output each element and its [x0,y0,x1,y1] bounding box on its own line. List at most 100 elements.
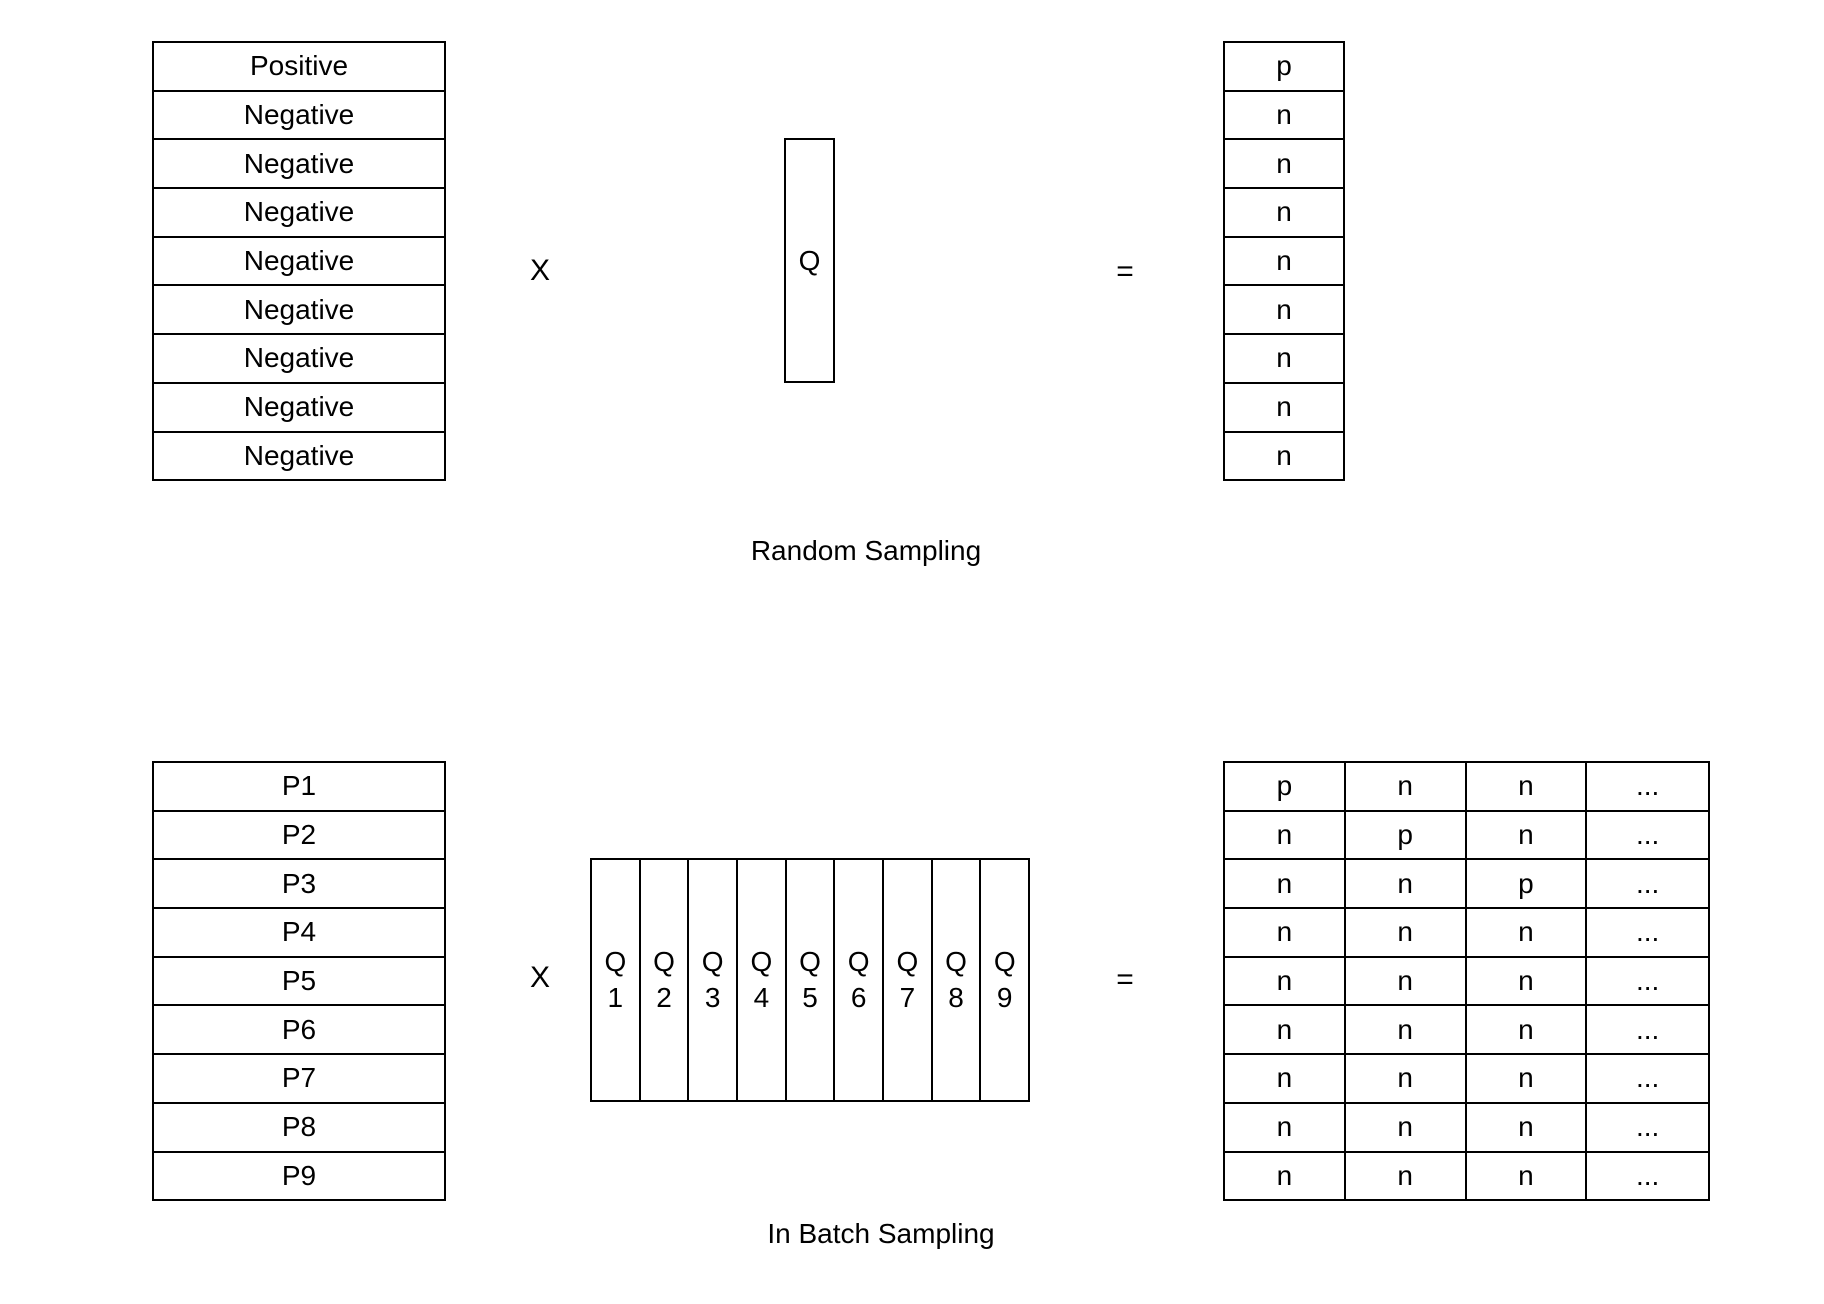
score-matrix-cell: n [1225,1152,1346,1202]
score-cell: n [1225,238,1343,287]
score-matrix-cell: n [1466,811,1588,861]
query-column: Q6 [835,860,885,1100]
score-matrix-cell: n [1345,1055,1467,1104]
passage-cell: P3 [154,860,444,910]
query-index: 9 [996,982,1013,1013]
score-matrix-cell: ... [1587,860,1708,910]
score-matrix-cell: n [1466,1055,1588,1104]
query-index: 5 [802,982,818,1013]
score-matrix-cell: n [1345,1006,1467,1056]
score-matrix-cell: ... [1587,812,1708,861]
score-matrix-cell: ... [1587,958,1708,1007]
query-matrix: Q1Q2Q3Q4Q5Q6Q7Q8Q9 [590,858,1030,1102]
score-matrix-cell: ... [1587,1153,1708,1202]
query-column: Q8 [933,860,982,1100]
score-matrix-cell: n [1225,957,1346,1007]
query-letter: Q [945,946,967,977]
query-letter: Q [604,946,627,977]
score-matrix-cell: n [1466,909,1588,958]
query-letter: Q [993,946,1016,977]
equals-operator: = [1116,963,1134,996]
query-column: Q3 [689,860,739,1100]
passage-column: Positive Negative Negative Negative Negative… [152,41,446,482]
score-matrix-cell: n [1466,1006,1588,1056]
passage-cell: P7 [154,1055,444,1104]
score-matrix-cell: ... [1587,909,1708,958]
score-matrix-cell: ... [1587,763,1708,812]
query-letter: Q [750,946,773,977]
query-column: Q2 [641,860,690,1100]
query-index: 1 [607,982,624,1013]
score-matrix-cell: n [1466,763,1588,812]
score-cell: n [1225,384,1343,433]
score-matrix-cell: n [1225,811,1346,861]
score-cell: n [1225,92,1343,141]
score-matrix-cell: n [1345,957,1467,1007]
passage-column: P1 P2 P3 P4 P5 P6 P7 P8 P9 [152,761,446,1202]
score-cell: n [1225,189,1343,238]
score-matrix-cell: n [1466,1103,1588,1153]
score-matrix-cell: n [1466,957,1588,1007]
passage-cell: Negative [154,335,444,384]
passage-cell: Negative [154,140,444,190]
random-sampling-caption: Random Sampling [750,535,982,566]
score-matrix-cell: n [1345,1103,1467,1153]
passage-cell: P2 [154,812,444,861]
query-index: 8 [948,982,964,1013]
query-column: Q1 [592,860,641,1100]
multiply-operator: X [529,254,551,287]
passage-cell: P4 [154,909,444,958]
score-matrix-cell: ... [1587,1055,1708,1104]
equals-operator: = [1116,255,1134,288]
score-matrix-cell: n [1345,763,1467,812]
score-matrix-cell: n [1225,1055,1346,1104]
score-matrix-cell: n [1225,909,1346,958]
query-letter: Q [653,946,675,977]
passage-cell: P8 [154,1104,444,1153]
query-letter: Q [799,946,821,977]
multiply-operator: X [529,961,551,994]
query-index: 4 [753,982,770,1013]
score-matrix-cell: n [1225,1103,1346,1153]
score-cell: n [1225,433,1343,482]
score-matrix-cell: n [1225,860,1346,910]
score-cell: n [1225,335,1343,384]
query-letter: Q [847,946,870,977]
query-column: Q9 [981,860,1028,1100]
score-matrix-cell: n [1466,1152,1588,1202]
query-column: Q4 [738,860,787,1100]
score-column: pnnnnnnnn [1223,41,1345,482]
score-cell: n [1225,140,1343,190]
passage-cell: Negative [154,238,444,287]
in-batch-sampling-caption: In Batch Sampling [767,1218,995,1249]
score-matrix-cell: n [1345,909,1467,958]
query-letter: Q [896,946,919,977]
score-matrix-cell: n [1225,1006,1346,1056]
passage-cell: Positive [154,43,444,92]
score-matrix-cell: n [1345,1152,1467,1202]
passage-cell: P1 [154,763,444,812]
score-matrix-cell: ... [1587,1006,1708,1056]
score-matrix-cell: n [1345,860,1467,910]
passage-cell: P9 [154,1153,444,1202]
query-label: Q [798,244,821,276]
passage-cell: Negative [154,286,444,336]
score-matrix: p n n... n p n... n n p... n n n... n n n... n n n... n n n.… [1223,761,1710,1202]
query-index: 3 [704,982,721,1013]
score-matrix-cell: p [1466,860,1588,910]
passage-cell: P6 [154,1006,444,1056]
passage-cell: Negative [154,433,444,482]
query-column: Q7 [884,860,933,1100]
query-column: Q5 [787,860,836,1100]
score-cell: p [1225,43,1343,92]
score-matrix-cell: p [1345,811,1467,861]
passage-cell: Negative [154,92,444,141]
passage-cell: Negative [154,189,444,238]
query-index: 2 [656,982,672,1013]
score-cell: n [1225,286,1343,336]
query-index: 7 [899,982,916,1013]
passage-cell: Negative [154,384,444,433]
query-index: 6 [850,982,867,1013]
score-matrix-cell: p [1225,763,1346,812]
query-vector: Q [784,138,835,383]
